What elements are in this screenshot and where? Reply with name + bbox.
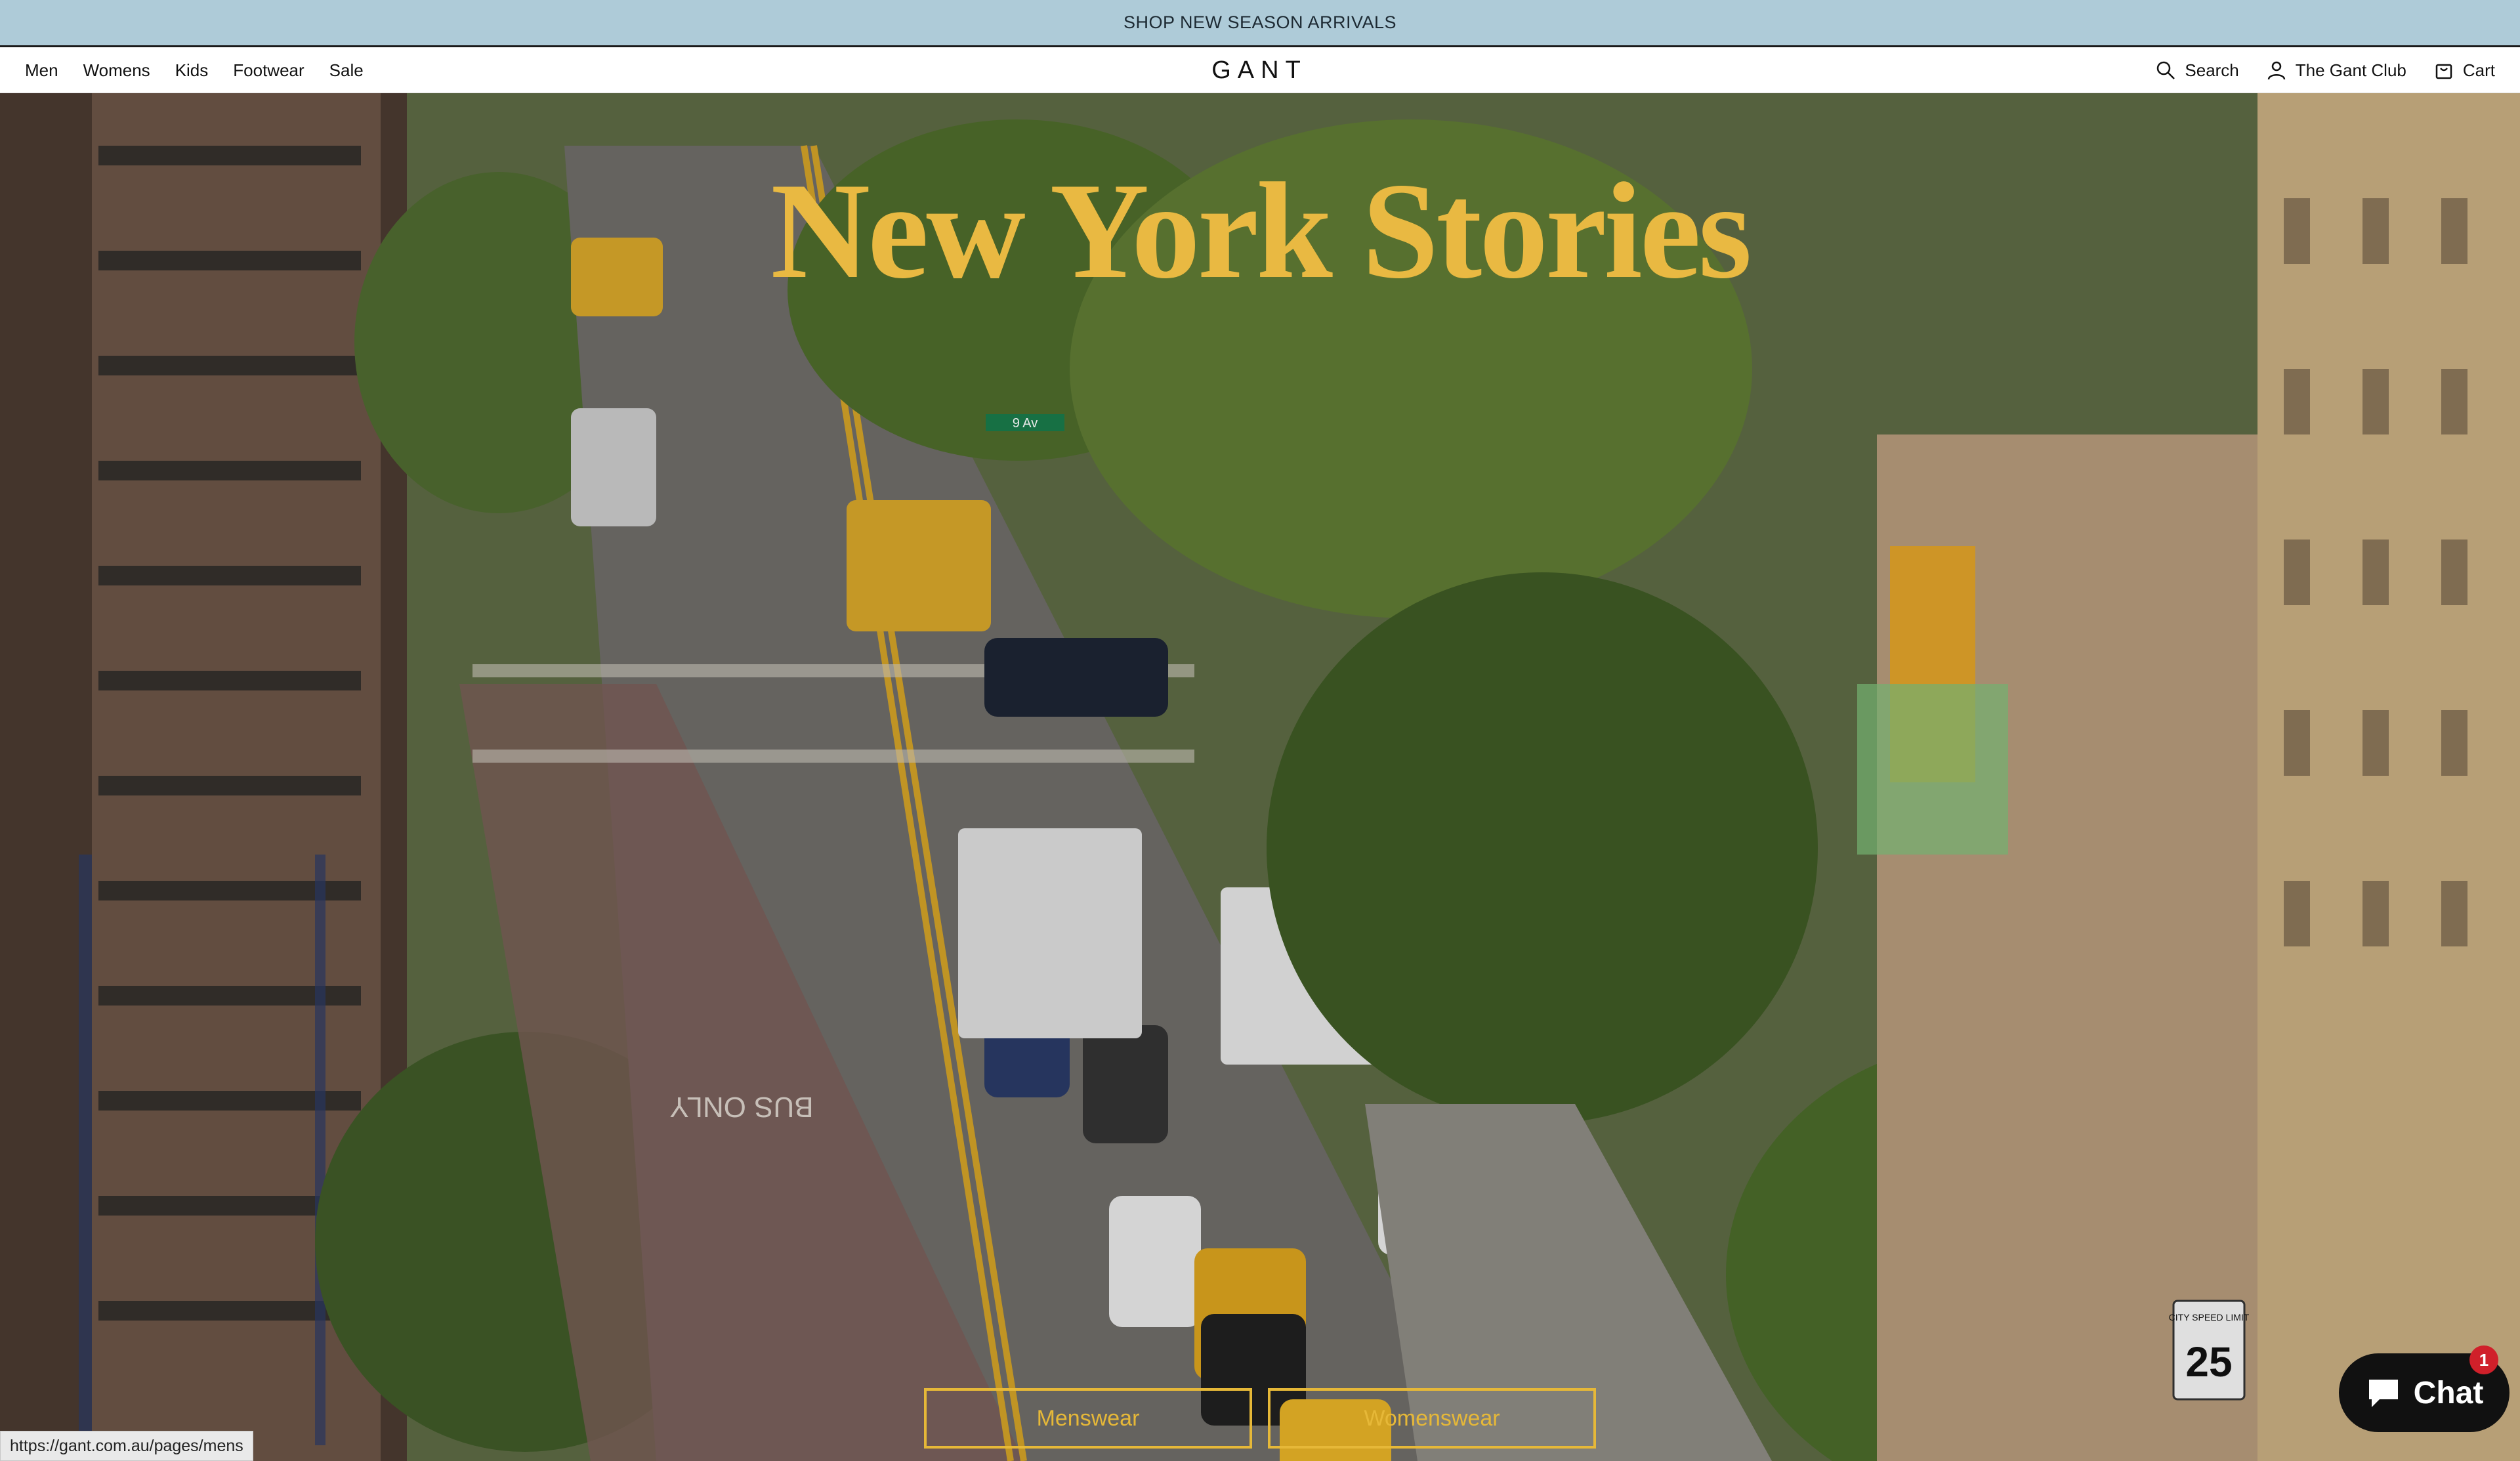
nav-footwear[interactable]: Footwear	[233, 60, 304, 81]
search-icon	[2157, 61, 2175, 79]
hero-title: New York Stories	[770, 155, 1752, 307]
menswear-button[interactable]: Menswear	[924, 1388, 1252, 1449]
nav-sale[interactable]: Sale	[329, 60, 364, 81]
search-button[interactable]: Search	[2156, 60, 2239, 81]
nav-womens[interactable]: Womens	[83, 60, 150, 81]
link-preview-status: https://gant.com.au/pages/mens	[0, 1431, 253, 1461]
gant-logo[interactable]: GANT	[1179, 56, 1340, 84]
hero-banner: 9 Av BUS ONLY CITY SPEED LIMIT 25 New Yo…	[0, 93, 2520, 1461]
site-header: Men Womens Kids Footwear Sale GANT Searc…	[0, 47, 2520, 93]
main-nav: Men Womens Kids Footwear Sale	[25, 47, 364, 93]
gant-club-button[interactable]: The Gant Club	[2267, 60, 2406, 81]
status-url: https://gant.com.au/pages/mens	[10, 1436, 243, 1455]
logo-text: GANT	[1211, 56, 1307, 84]
announcement-text[interactable]: SHOP NEW SEASON ARRIVALS	[1124, 12, 1396, 33]
utility-nav: Search The Gant Club Cart	[2156, 47, 2495, 93]
gant-club-label: The Gant Club	[2295, 60, 2406, 80]
nav-kids[interactable]: Kids	[175, 60, 209, 81]
cart-icon	[2435, 64, 2452, 79]
cart-button[interactable]: Cart	[2434, 60, 2495, 81]
cart-label: Cart	[2462, 60, 2495, 80]
announcement-bar[interactable]: SHOP NEW SEASON ARRIVALS	[0, 0, 2520, 47]
user-icon	[2267, 61, 2286, 80]
nav-men[interactable]: Men	[25, 60, 58, 81]
womenswear-button[interactable]: Womenswear	[1268, 1388, 1596, 1449]
chat-notification-badge: 1	[2469, 1345, 2498, 1374]
search-label: Search	[2185, 60, 2239, 80]
chat-icon	[2368, 1380, 2398, 1407]
chat-label: Chat	[2413, 1375, 2484, 1410]
